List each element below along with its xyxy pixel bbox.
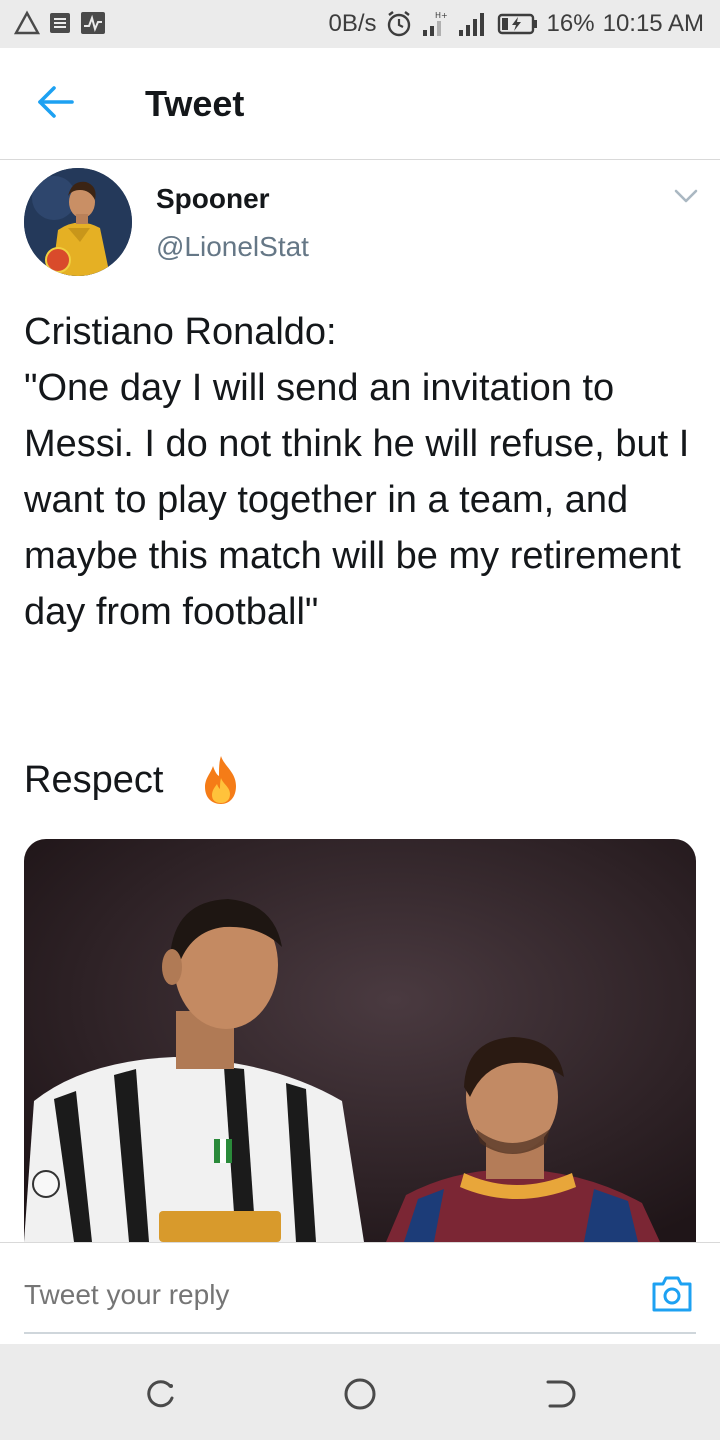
tweet-text: Cristiano Ronaldo: "One day I will send … xyxy=(24,311,690,633)
clock: 10:15 AM xyxy=(602,10,704,37)
battery-percent: 16% xyxy=(546,10,595,37)
recent-apps-icon[interactable] xyxy=(140,1374,180,1414)
chevron-down-icon[interactable] xyxy=(672,186,700,206)
warning-icon xyxy=(14,10,40,35)
status-left-icons xyxy=(14,10,106,36)
arrow-left-icon[interactable] xyxy=(36,84,76,120)
signal-2-icon xyxy=(458,13,484,36)
fire-emoji-icon xyxy=(205,756,236,804)
camera-icon[interactable] xyxy=(650,1274,694,1314)
home-icon[interactable] xyxy=(340,1374,380,1414)
system-nav-bar xyxy=(0,1344,720,1440)
page-title: Tweet xyxy=(145,83,245,124)
back-nav-icon[interactable] xyxy=(540,1374,580,1414)
app-header: Tweet xyxy=(0,48,720,160)
reply-underline xyxy=(24,1332,696,1334)
author-name[interactable]: Spooner xyxy=(156,182,270,216)
activity-icon xyxy=(81,12,105,34)
tweet-closing-text: Respect xyxy=(24,759,164,801)
tweet-media-image[interactable] xyxy=(24,839,696,1242)
photo-players xyxy=(24,839,696,1242)
alarm-icon xyxy=(387,11,410,37)
avatar-image xyxy=(24,168,132,276)
avatar[interactable] xyxy=(24,168,132,276)
svg-text:H+: H+ xyxy=(435,11,448,20)
signal-1-icon: H+ xyxy=(422,11,448,36)
status-right: 0B/s H+ 16% 10:15 AM xyxy=(329,10,704,38)
status-bar: 0B/s H+ 16% 10:15 AM xyxy=(0,0,720,48)
net-speed: 0B/s xyxy=(328,10,377,37)
battery-charging-icon xyxy=(497,13,537,35)
notes-icon xyxy=(50,13,70,33)
author-handle[interactable]: @LionelStat xyxy=(156,230,309,264)
reply-input[interactable] xyxy=(24,1278,584,1312)
